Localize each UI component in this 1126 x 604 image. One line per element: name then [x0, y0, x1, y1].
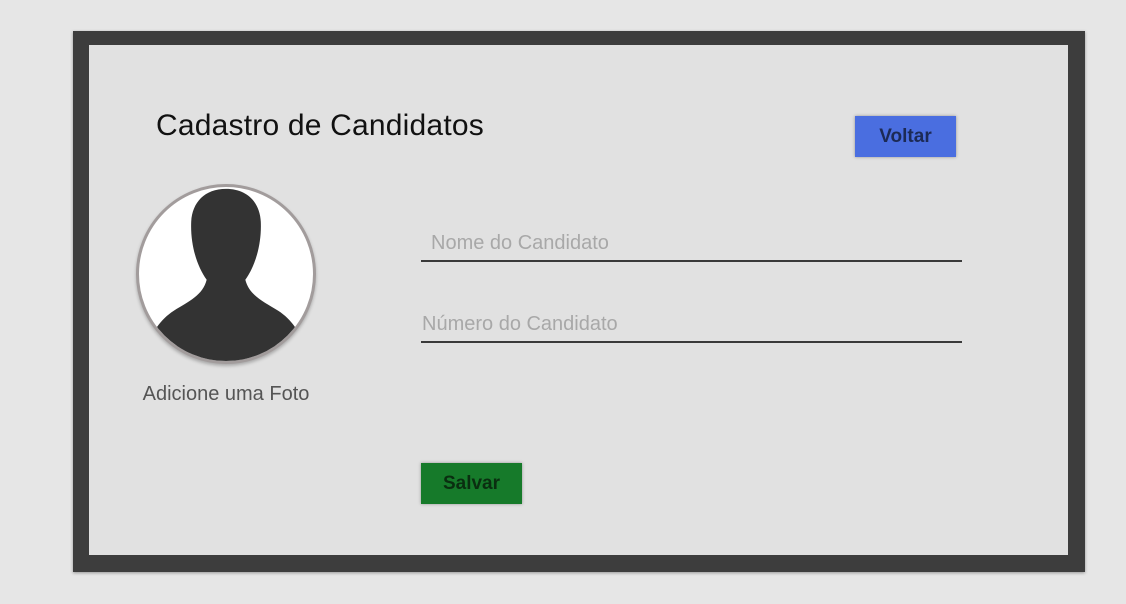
window-frame: Cadastro de Candidatos Voltar Adicione u…	[73, 31, 1085, 572]
add-photo-label: Adicione uma Foto	[142, 383, 310, 405]
avatar-upload[interactable]	[136, 184, 316, 364]
page-title: Cadastro de Candidatos	[156, 109, 484, 142]
candidate-number-input[interactable]	[421, 307, 962, 343]
person-silhouette-icon	[146, 188, 306, 361]
save-button[interactable]: Salvar	[421, 463, 522, 504]
back-button[interactable]: Voltar	[855, 116, 956, 157]
candidate-name-input[interactable]	[421, 226, 962, 262]
candidate-form-panel: Cadastro de Candidatos Voltar Adicione u…	[89, 45, 1068, 555]
